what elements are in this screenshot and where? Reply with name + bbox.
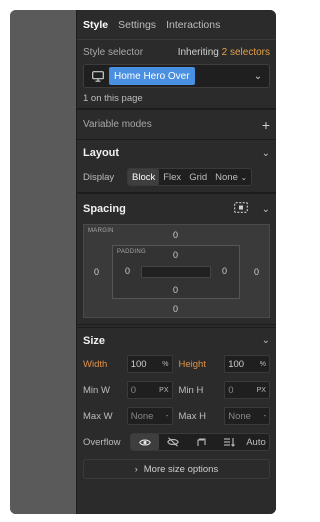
max-h-label: Max H (178, 410, 206, 422)
padding-bottom-value[interactable]: 0 (173, 285, 178, 295)
chevron-right-icon: › (134, 464, 138, 474)
layout-title: Layout (83, 147, 120, 159)
canvas-gutter (10, 10, 76, 514)
min-w-unit[interactable]: PX (159, 387, 168, 394)
height-unit[interactable]: % (260, 361, 266, 368)
overflow-label: Overflow (83, 436, 121, 448)
tab-settings[interactable]: Settings (118, 19, 156, 31)
max-w-value: None (130, 410, 154, 422)
selector-chip[interactable]: Home Hero Over (109, 67, 195, 85)
chevron-down-icon: ⌄ (240, 172, 248, 182)
more-size-options-button[interactable]: › More size options (83, 459, 270, 479)
tab-interactions[interactable]: Interactions (166, 19, 220, 31)
layout-header[interactable]: Layout ⌄ (77, 140, 276, 166)
overflow-visible-eye-icon[interactable] (131, 434, 159, 450)
display-block-button[interactable]: Block (128, 169, 160, 185)
padding-left-value[interactable]: 0 (125, 266, 130, 276)
min-h-value: 0 (228, 384, 234, 396)
chevron-down-icon[interactable]: ⌄ (262, 204, 270, 215)
inheriting-text: Inheriting (177, 46, 219, 58)
width-unit[interactable]: % (162, 361, 168, 368)
overflow-row: Overflow Auto (77, 431, 276, 453)
overflow-segmented-control: Auto (130, 433, 270, 451)
selector-field[interactable]: Home Hero Over ⌄ (83, 64, 270, 88)
max-size-row: Max W None - Max H None - (83, 405, 270, 427)
margin-bottom-value[interactable]: 0 (173, 304, 178, 314)
padding-right-value[interactable]: 0 (222, 266, 227, 276)
chevron-down-icon[interactable]: ⌄ (262, 335, 270, 346)
add-icon[interactable]: + (262, 117, 270, 133)
more-size-options-label: More size options (143, 463, 219, 475)
max-h-value: None (228, 410, 251, 422)
size-header[interactable]: Size ⌄ (77, 327, 276, 353)
height-label: Height (178, 358, 206, 370)
inheriting-selectors-link[interactable]: 2 selectors (222, 47, 270, 58)
spacing-section: Spacing ⌄ MARGIN 0 0 0 0 PADDING 0 0 0 0 (77, 193, 276, 325)
height-value: 100 (228, 358, 245, 370)
width-height-row: Width 100% Height 100% (83, 353, 270, 375)
margin-label: MARGIN (88, 228, 114, 234)
padding-top-value[interactable]: 0 (173, 250, 178, 260)
max-h-unit[interactable]: - (264, 413, 266, 420)
max-h-input[interactable]: None - (224, 407, 270, 425)
min-w-label: Min W (83, 384, 110, 396)
margin-left-value[interactable]: 0 (94, 267, 99, 277)
padding-box: PADDING 0 0 0 0 (112, 245, 240, 299)
max-w-unit[interactable]: - (166, 413, 168, 420)
min-w-value: 0 (130, 384, 137, 396)
display-row: Display Block Flex Grid None ⌄ (77, 166, 276, 192)
min-h-input[interactable]: 0 PX (224, 381, 270, 399)
display-segmented-control: Block Flex Grid None ⌄ (127, 168, 253, 186)
inheriting-info: Inheriting 2 selectors (178, 47, 270, 58)
style-selector-section: Style selector Inheriting 2 selectors Ho… (77, 40, 276, 109)
overflow-hidden-eye-slash-icon[interactable] (159, 434, 187, 450)
variable-modes-row[interactable]: Variable modes + (77, 109, 276, 139)
overflow-scroll-vertical-icon[interactable] (215, 434, 243, 450)
style-selector-header: Style selector Inheriting 2 selectors (77, 40, 276, 64)
min-h-unit[interactable]: PX (257, 387, 266, 394)
on-page-count: 1 on this page (83, 92, 143, 104)
min-size-row: Min W 0 PX Min H 0 PX (83, 379, 270, 401)
tab-style[interactable]: Style (83, 19, 108, 31)
margin-top-value[interactable]: 0 (173, 230, 178, 240)
margin-right-value[interactable]: 0 (254, 267, 259, 277)
display-flex-button[interactable]: Flex (159, 169, 185, 185)
padding-label: PADDING (117, 249, 146, 255)
spacing-header[interactable]: Spacing ⌄ (77, 194, 276, 224)
chevron-down-icon[interactable]: ⌄ (250, 71, 266, 82)
width-label: Width (83, 358, 108, 370)
overflow-auto-button[interactable]: Auto (243, 434, 269, 450)
display-none-dropdown[interactable]: None ⌄ (211, 169, 251, 185)
display-label: Display (83, 171, 115, 183)
content-box (141, 266, 211, 278)
monitor-icon[interactable] (87, 67, 109, 85)
spacing-title: Spacing (83, 203, 126, 215)
margin-box: MARGIN 0 0 0 0 PADDING 0 0 0 0 (83, 224, 270, 318)
spacing-box-icon[interactable] (233, 202, 248, 216)
variable-modes-label: Variable modes (83, 119, 152, 130)
display-none-label: None (215, 171, 238, 183)
chevron-down-icon[interactable]: ⌄ (262, 148, 270, 159)
min-h-label: Min H (178, 384, 204, 396)
min-w-input[interactable]: 0 PX (126, 381, 173, 399)
height-input[interactable]: 100% (224, 355, 270, 373)
max-w-label: Max W (83, 410, 113, 422)
style-panel-window: Style Settings Interactions Style select… (10, 10, 276, 514)
max-w-input[interactable]: None - (126, 407, 173, 425)
panel-tabs: Style Settings Interactions (77, 10, 276, 40)
layout-section: Layout ⌄ Display Block Flex Grid None ⌄ (77, 139, 276, 193)
overflow-scroll-icon[interactable] (187, 434, 215, 450)
style-selector-label: Style selector (83, 46, 144, 58)
size-title: Size (83, 334, 106, 347)
size-section: Size ⌄ Width 100% Height 100% Min W 0 PX … (77, 327, 276, 479)
width-value: 100 (130, 358, 147, 370)
display-grid-button[interactable]: Grid (185, 169, 211, 185)
style-panel: Style Settings Interactions Style select… (76, 10, 276, 514)
width-input[interactable]: 100% (126, 355, 173, 373)
